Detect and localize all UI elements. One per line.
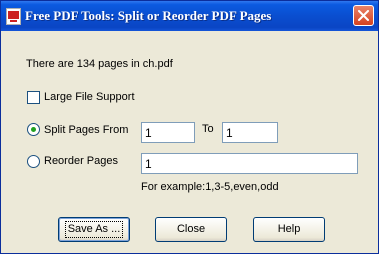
large-file-label[interactable]: Large File Support bbox=[44, 91, 135, 103]
split-pages-radio[interactable] bbox=[27, 123, 40, 136]
title-bar[interactable]: Free PDF Tools: Split or Reorder PDF Pag… bbox=[1, 1, 378, 31]
reorder-pages-label[interactable]: Reorder Pages bbox=[44, 155, 118, 167]
to-label: To bbox=[202, 123, 214, 135]
page-count-text: There are 134 pages in ch.pdf bbox=[26, 58, 173, 70]
close-icon bbox=[358, 10, 369, 21]
close-button[interactable]: Close bbox=[155, 217, 227, 242]
large-file-checkbox[interactable] bbox=[27, 91, 40, 104]
split-pages-label[interactable]: Split Pages From bbox=[44, 124, 128, 136]
example-hint: For example:1,3-5,even,odd bbox=[141, 181, 279, 193]
split-to-input[interactable] bbox=[222, 122, 278, 143]
close-window-button[interactable] bbox=[353, 5, 374, 26]
split-reorder-dialog: Free PDF Tools: Split or Reorder PDF Pag… bbox=[0, 0, 379, 254]
pdf-app-icon bbox=[6, 8, 21, 25]
reorder-pages-input[interactable] bbox=[141, 153, 358, 174]
save-as-button[interactable]: Save As ... bbox=[58, 217, 130, 242]
close-button-label: Close bbox=[176, 223, 206, 235]
help-button[interactable]: Help bbox=[253, 217, 325, 242]
split-from-input[interactable] bbox=[141, 122, 195, 143]
help-button-label: Help bbox=[277, 223, 301, 235]
reorder-pages-radio[interactable] bbox=[27, 155, 40, 168]
window-title: Free PDF Tools: Split or Reorder PDF Pag… bbox=[25, 8, 272, 23]
save-as-button-label: Save As ... bbox=[64, 221, 124, 238]
